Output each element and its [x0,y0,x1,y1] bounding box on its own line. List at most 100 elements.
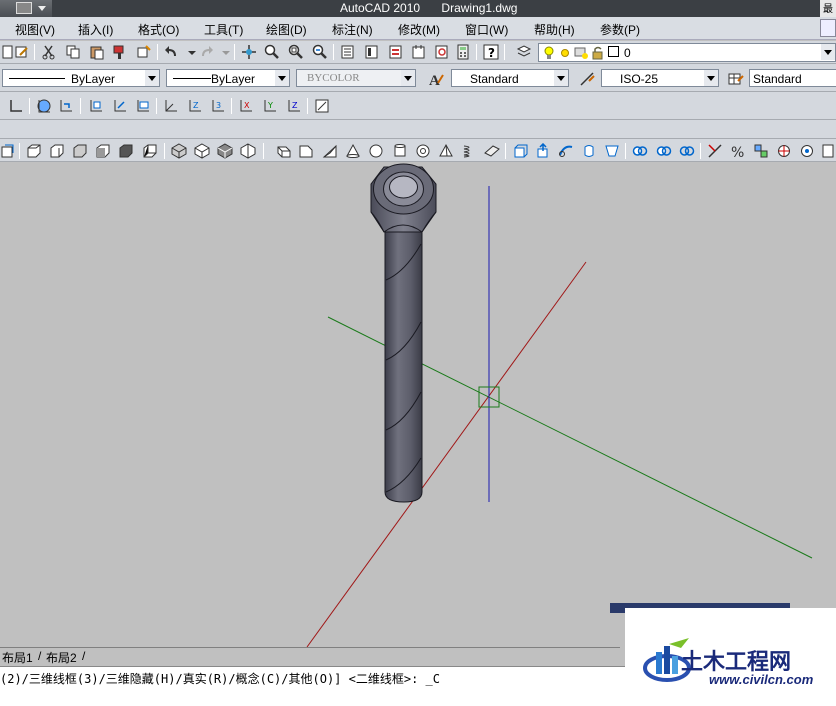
polysolid-icon[interactable] [276,143,292,159]
3d-mirror-icon[interactable] [799,143,815,159]
help-icon[interactable]: ? [483,44,499,60]
chevron-down-icon[interactable] [554,70,568,86]
zoom-previous-icon[interactable] [312,44,328,60]
drawing-viewport[interactable] [0,162,836,647]
chevron-down-icon[interactable] [821,44,835,60]
window-corner-button[interactable]: 最 [820,0,836,17]
tab-layout2[interactable]: 布局2 [46,649,77,666]
loft-icon[interactable] [604,143,620,159]
table-style-icon[interactable] [728,71,744,87]
chevron-down-icon[interactable] [145,70,159,86]
3d-array-icon[interactable] [776,143,792,159]
planar-surface-icon[interactable] [484,143,500,159]
intersect-icon[interactable] [679,143,695,159]
right-view-icon[interactable] [95,143,111,159]
menu-modify[interactable]: 修改(M) [398,21,440,38]
menu-help[interactable]: 帮助(H) [534,21,575,38]
lineweight-dropdown[interactable]: ByLayer [166,69,290,87]
ne-iso-icon[interactable] [217,143,233,159]
back-view-icon[interactable] [142,143,158,159]
markup-set-icon[interactable] [434,44,450,60]
menu-parameters[interactable]: 参数(P) [600,21,640,38]
tab-layout1[interactable]: 布局1 [2,649,33,666]
ucs-origin-icon[interactable] [163,98,179,114]
copy-icon[interactable] [65,44,81,60]
layer-manager-icon[interactable] [516,44,532,60]
ucs-z-rotate-icon[interactable]: Z [286,98,302,114]
subtract-icon[interactable] [656,143,672,159]
text-style-icon[interactable]: A [428,71,444,87]
match-properties-icon[interactable] [112,44,128,60]
3d-move-icon[interactable] [707,143,723,159]
3d-scale-icon[interactable] [821,143,836,159]
calculator-icon[interactable] [455,44,471,60]
nw-iso-icon[interactable] [240,143,256,159]
properties-icon[interactable] [340,44,356,60]
table-style-dropdown[interactable]: Standard [749,69,836,87]
ucs-y-rotate-icon[interactable]: Y [262,98,278,114]
ucs-world-icon[interactable] [36,98,52,114]
tool-palettes-icon[interactable] [388,44,404,60]
text-style-dropdown[interactable]: Standard [451,69,569,87]
top-view-icon[interactable] [26,143,42,159]
paste-icon[interactable] [89,44,105,60]
helix-icon[interactable] [461,143,477,159]
ucs-3point-icon[interactable]: 3 [210,98,226,114]
sphere-icon[interactable] [368,143,384,159]
sw-iso-icon[interactable] [171,143,187,159]
edit-icon[interactable] [14,44,30,60]
cylinder-icon[interactable] [392,143,408,159]
front-view-icon[interactable] [118,143,134,159]
cut-icon[interactable] [41,44,57,60]
extrude-icon[interactable] [512,143,528,159]
ucs-object-icon[interactable] [112,98,128,114]
ucs-named-icon[interactable] [0,143,16,159]
box-icon[interactable] [298,143,314,159]
undo-icon[interactable] [164,44,180,60]
pyramid-icon[interactable] [438,143,454,159]
ucs-z-axis-icon[interactable]: Z [187,98,203,114]
wedge-icon[interactable] [322,143,338,159]
pan-icon[interactable] [241,44,257,60]
chevron-down-icon[interactable] [275,70,289,86]
bottom-view-icon[interactable] [49,143,65,159]
menu-draw[interactable]: 绘图(D) [266,21,307,38]
menu-dimension[interactable]: 标注(N) [332,21,373,38]
revolve-icon[interactable] [581,143,597,159]
redo-icon[interactable] [198,44,214,60]
ucs-icon[interactable] [8,98,24,114]
union-icon[interactable] [632,143,648,159]
ucs-face-icon[interactable] [88,98,104,114]
menu-window[interactable]: 窗口(W) [465,21,508,38]
application-menu-button[interactable] [0,0,52,17]
drawing-canvas[interactable] [0,162,836,647]
cone-icon[interactable] [345,143,361,159]
redo-dropdown-icon[interactable] [218,44,234,60]
ucs-view-icon[interactable] [135,98,151,114]
dimension-style-dropdown[interactable]: ISO-25 [601,69,719,87]
3d-align-icon[interactable] [753,143,769,159]
menu-view[interactable]: 视图(V) [15,21,55,38]
dimension-style-icon[interactable] [579,71,595,87]
ucs-x-rotate-icon[interactable]: X [238,98,254,114]
ucs-previous-icon[interactable] [58,98,74,114]
zoom-window-icon[interactable] [288,44,304,60]
window-restore-button[interactable] [820,19,836,37]
menu-insert[interactable]: 插入(I) [78,21,113,38]
layer-dropdown[interactable]: 0 [538,43,836,62]
se-iso-icon[interactable] [194,143,210,159]
presspull-icon[interactable] [535,143,551,159]
linetype-dropdown[interactable]: ByLayer [2,69,160,87]
sheet-set-icon[interactable] [411,44,427,60]
design-center-icon[interactable] [364,44,380,60]
zoom-realtime-icon[interactable] [264,44,280,60]
block-editor-icon[interactable] [136,44,152,60]
menu-tools[interactable]: 工具(T) [204,21,243,38]
torus-icon[interactable] [415,143,431,159]
bolt-model[interactable] [370,163,437,503]
left-view-icon[interactable] [72,143,88,159]
ucs-apply-icon[interactable] [314,98,330,114]
menu-format[interactable]: 格式(O) [138,21,179,38]
chevron-down-icon[interactable] [704,70,718,86]
3d-rotate-icon[interactable]: % [730,143,746,159]
